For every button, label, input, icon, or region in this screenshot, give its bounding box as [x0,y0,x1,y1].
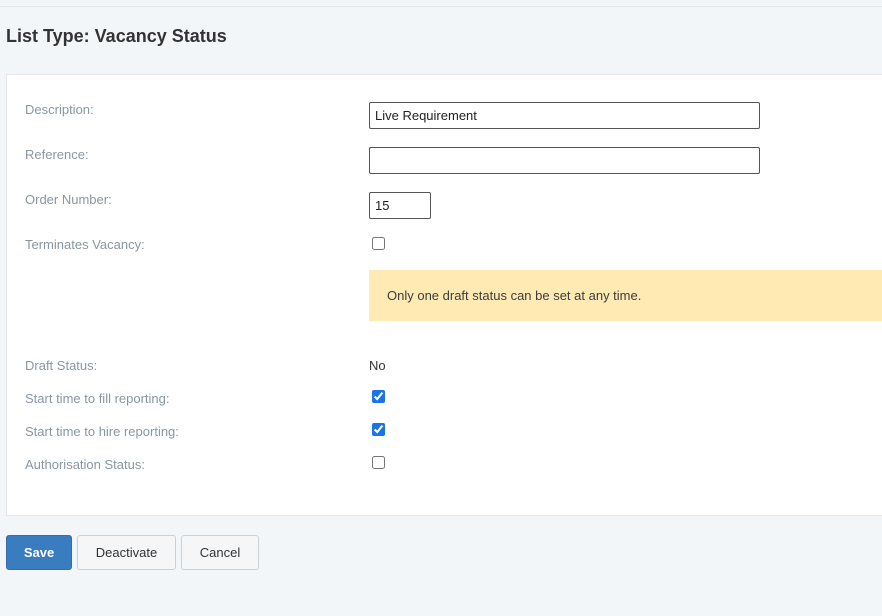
start-time-fill-checkbox[interactable] [372,390,385,403]
authorisation-status-checkbox[interactable] [372,456,385,469]
start-time-hire-checkbox[interactable] [372,423,385,436]
page-title: List Type: Vacancy Status [6,26,227,46]
order-number-input[interactable] [369,192,431,219]
top-divider [0,6,882,7]
draft-status-label: Draft Status: [25,358,98,373]
terminates-vacancy-checkbox[interactable] [372,237,385,250]
description-label: Description: [25,102,94,117]
authorisation-status-label: Authorisation Status: [25,457,145,472]
cancel-button[interactable]: Cancel [181,535,259,570]
save-button[interactable]: Save [6,535,72,570]
reference-label: Reference: [25,147,89,162]
description-input[interactable] [369,102,760,129]
form-panel: Description: Reference: Order Number: Te… [6,74,882,516]
draft-status-value: No [369,358,386,373]
order-number-label: Order Number: [25,192,112,207]
start-time-fill-label: Start time to fill reporting: [25,391,170,406]
start-time-hire-label: Start time to hire reporting: [25,424,179,439]
reference-input[interactable] [369,147,760,174]
draft-status-notice: Only one draft status can be set at any … [369,270,882,321]
deactivate-button[interactable]: Deactivate [77,535,176,570]
terminates-vacancy-label: Terminates Vacancy: [25,237,145,252]
